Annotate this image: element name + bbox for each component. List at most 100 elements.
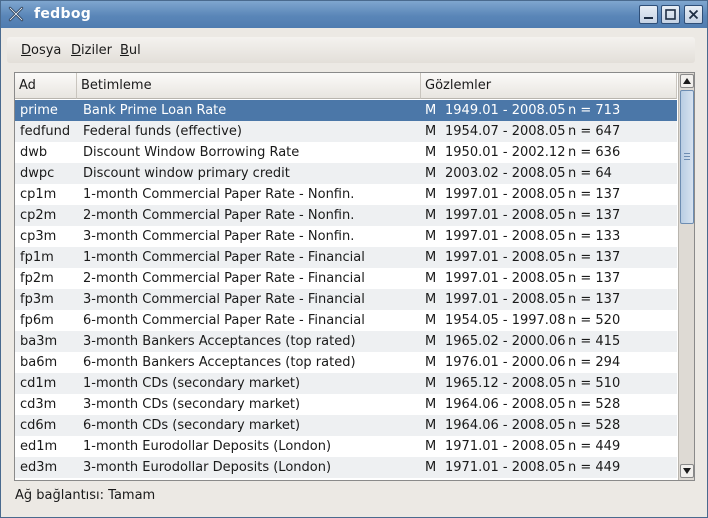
table-row[interactable]: ba3m 3-month Bankers Acceptances (top rat… [15,331,677,352]
column-header-gozlemler[interactable]: Gözlemler [421,73,677,99]
cell-range: 1997.01 - 2008.05 [445,229,566,244]
menu-dosya-label: osya [31,43,62,58]
table-row[interactable]: cp3m 3-month Commercial Paper Rate - Nonf… [15,226,677,247]
cell-ad: ba3m [20,334,58,349]
thumb-grip [684,156,690,157]
table-row[interactable]: cd1m 1-month CDs (secondary market) M 1965.… [15,373,677,394]
cell-ad: prime [20,103,58,118]
cell-range: 1997.01 - 2008.05 [445,271,566,286]
app-x-icon[interactable] [7,5,25,23]
cell-ad: dwb [20,145,48,160]
maximize-button[interactable] [661,5,680,24]
cell-frequency: M [425,208,437,223]
cell-ad: fp6m [20,313,54,328]
cell-betimleme: 3-month Eurodollar Deposits (London) [83,460,332,475]
cell-ad: cp1m [20,187,57,202]
cell-ad: cp3m [20,229,57,244]
cell-betimleme: 3-month CDs (secondary market) [83,397,301,412]
thumb-grip [684,153,690,154]
cell-range: 1954.07 - 2008.05 [445,124,566,139]
scroll-down-button[interactable] [680,464,694,478]
title-bar[interactable]: fedbog [1,1,707,28]
menu-diziler-label: iziler [81,43,113,58]
cell-frequency: M [425,334,437,349]
minimize-button[interactable] [639,5,658,24]
cell-range: 1964.06 - 2008.05 [445,418,566,433]
table-row[interactable]: cp2m 2-month Commercial Paper Rate - Nonf… [15,205,677,226]
table-row[interactable]: cd6m 6-month CDs (secondary market) M 1964.… [15,415,677,436]
minimize-icon [644,17,653,19]
column-header-betimleme[interactable]: Betimleme [77,73,421,99]
table-row[interactable]: ed3m 3-month Eurodollar Deposits (London)… [15,457,677,478]
cell-ad: ed1m [20,439,58,454]
cell-ad: fp1m [20,250,54,265]
cell-betimleme: 3-month Bankers Acceptances (top rated) [83,334,356,349]
cell-count: n = 647 [568,124,621,139]
table-row[interactable]: fp2m 2-month Commercial Paper Rate - Fina… [15,268,677,289]
table-row[interactable]: fedfund Federal funds (effective) M 1954.07… [15,121,677,142]
table-row[interactable]: dwb Discount Window Borrowing Rate M 1950.0… [15,142,677,163]
cell-range: 1997.01 - 2008.05 [445,292,566,307]
cell-betimleme: Discount Window Borrowing Rate [83,145,300,160]
cell-count: n = 137 [568,271,621,286]
cell-count: n = 64 [568,166,612,181]
cell-betimleme: 1-month Eurodollar Deposits (London) [83,439,332,454]
cell-betimleme: 2-month Commercial Paper Rate - Nonfin. [83,208,355,223]
cell-ad: cd1m [20,376,57,391]
cell-frequency: M [425,355,437,370]
table-row[interactable]: fp6m 6-month Commercial Paper Rate - Fina… [15,310,677,331]
cell-range: 2003.02 - 2008.05 [445,166,566,181]
menu-bar: Dosya Diziler Bul [7,37,695,63]
cell-range: 1950.01 - 2002.12 [445,145,566,160]
cell-count: n = 449 [568,439,621,454]
cell-ad: ed3m [20,460,58,475]
cell-ad: cd6m [20,418,57,433]
table-row[interactable]: fp1m 1-month Commercial Paper Rate - Fina… [15,247,677,268]
table-row[interactable]: prime Bank Prime Loan Rate M 1949.01 - 2008… [15,100,677,121]
cell-count: n = 636 [568,145,621,160]
table-row[interactable]: dwpc Discount window primary credit M 2003.… [15,163,677,184]
scroll-thumb[interactable] [680,90,694,224]
maximize-icon [665,9,676,20]
vertical-scrollbar[interactable] [678,73,694,480]
menu-bul-mnemonic: B [120,43,129,58]
cell-range: 1965.12 - 2008.05 [445,376,566,391]
column-header-betimleme-label: Betimleme [81,78,152,93]
cell-range: 1954.05 - 1997.08 [445,313,566,328]
cell-ad: ba6m [20,355,58,370]
cell-count: n = 137 [568,250,621,265]
cell-betimleme: 1-month CDs (secondary market) [83,376,301,391]
table-row[interactable]: fp3m 3-month Commercial Paper Rate - Fina… [15,289,677,310]
cell-count: n = 528 [568,418,621,433]
scroll-up-button[interactable] [680,74,694,88]
cell-count: n = 449 [568,460,621,475]
table-row[interactable]: ba6m 6-month Bankers Acceptances (top rat… [15,352,677,373]
cell-frequency: M [425,145,437,160]
scroll-down-icon [683,468,691,474]
table-row[interactable]: cd3m 3-month CDs (secondary market) M 1964.… [15,394,677,415]
menu-bul[interactable]: Bul [120,43,141,58]
series-list: Ad Betimleme Gözlemler prime Bank Prime L… [14,72,695,481]
menu-dosya[interactable]: Dosya [21,43,61,58]
cell-range: 1971.01 - 2008.05 [445,460,566,475]
cell-range: 1965.02 - 2000.06 [445,334,566,349]
cell-betimleme: 3-month Commercial Paper Rate - Financia… [83,292,365,307]
column-header-ad[interactable]: Ad [15,73,77,99]
cell-count: n = 137 [568,292,621,307]
close-button[interactable] [684,5,703,24]
cell-frequency: M [425,439,437,454]
menu-diziler[interactable]: Diziler [71,43,112,58]
cell-count: n = 415 [568,334,621,349]
table-row[interactable]: cp1m 1-month Commercial Paper Rate - Nonf… [15,184,677,205]
menu-bul-label: ul [128,43,141,58]
cell-frequency: M [425,418,437,433]
cell-ad: cd3m [20,397,57,412]
table-row[interactable]: ed1m 1-month Eurodollar Deposits (London)… [15,436,677,457]
cell-range: 1997.01 - 2008.05 [445,187,566,202]
cell-frequency: M [425,124,437,139]
cell-betimleme: Federal funds (effective) [83,124,242,139]
cell-count: n = 294 [568,355,621,370]
cell-count: n = 133 [568,229,621,244]
cell-range: 1976.01 - 2000.06 [445,355,566,370]
cell-range: 1997.01 - 2008.05 [445,208,566,223]
